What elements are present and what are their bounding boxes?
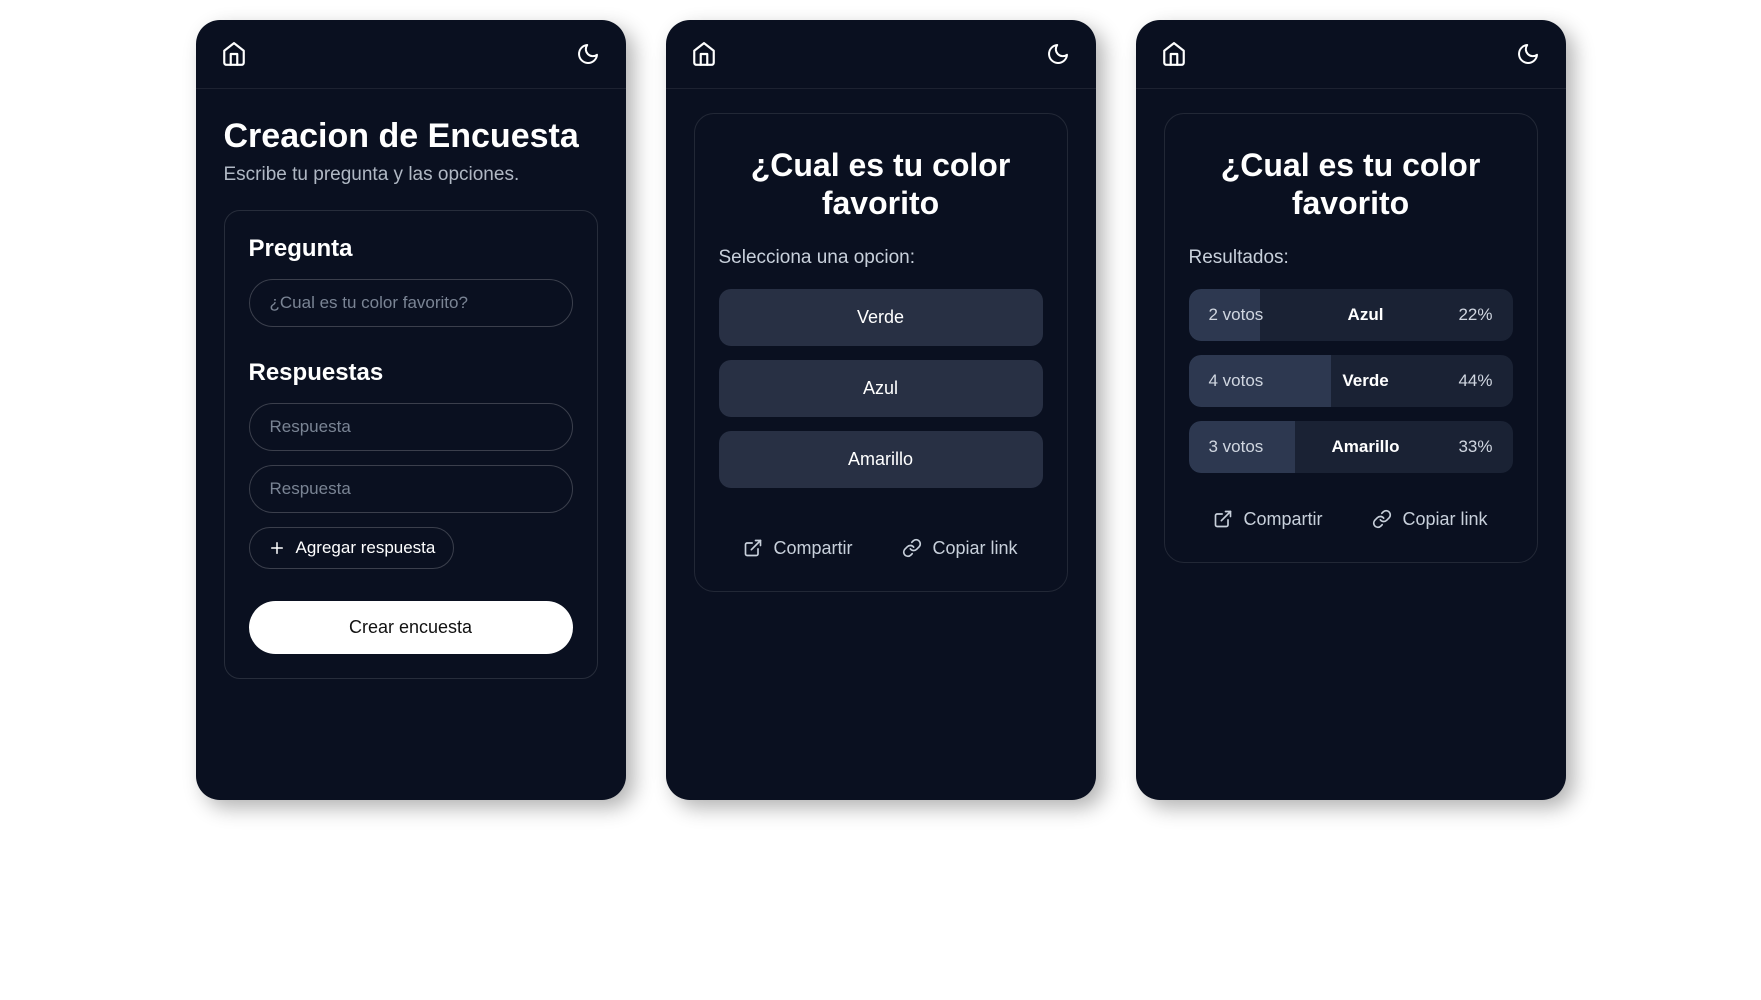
home-icon[interactable] (1160, 40, 1188, 68)
add-answer-button[interactable]: Agregar respuesta (249, 527, 455, 569)
page-title: Creacion de Encuesta (224, 117, 598, 156)
vote-screen: ¿Cual es tu color favorito Selecciona un… (666, 20, 1096, 800)
content: Creacion de Encuesta Escribe tu pregunta… (196, 89, 626, 800)
result-pct: 44% (1413, 371, 1493, 391)
results-list: 2 votos Azul 22% 4 votos Verde 44% 3 vot… (1189, 289, 1513, 473)
footer-actions: Compartir Copiar link (719, 528, 1043, 559)
result-row: 3 votos Amarillo 33% (1189, 421, 1513, 473)
share-button[interactable]: Compartir (1213, 509, 1322, 530)
result-pct: 22% (1413, 305, 1493, 325)
home-icon[interactable] (690, 40, 718, 68)
form-card: Pregunta Respuestas Agregar respuesta Cr… (224, 210, 598, 679)
copy-link-button[interactable]: Copiar link (1372, 509, 1487, 530)
share-label: Compartir (773, 538, 852, 559)
result-content: 3 votos Amarillo 33% (1189, 437, 1513, 457)
header (666, 20, 1096, 89)
moon-icon[interactable] (1514, 40, 1542, 68)
poll-option[interactable]: Amarillo (719, 431, 1043, 488)
page-subtitle: Escribe tu pregunta y las opciones. (224, 164, 598, 186)
create-poll-button[interactable]: Crear encuesta (249, 601, 573, 654)
header (1136, 20, 1566, 89)
share-button[interactable]: Compartir (743, 538, 852, 559)
result-votes: 2 votos (1209, 305, 1319, 325)
header (196, 20, 626, 89)
add-answer-label: Agregar respuesta (296, 538, 436, 558)
result-label: Verde (1319, 371, 1413, 391)
results-screen: ¿Cual es tu color favorito Resultados: 2… (1136, 20, 1566, 800)
copy-link-label: Copiar link (932, 538, 1017, 559)
answer-input[interactable] (249, 403, 573, 451)
result-row: 4 votos Verde 44% (1189, 355, 1513, 407)
question-input[interactable] (249, 279, 573, 327)
results-label: Resultados: (1189, 247, 1513, 269)
content: ¿Cual es tu color favorito Selecciona un… (666, 89, 1096, 800)
result-content: 4 votos Verde 44% (1189, 371, 1513, 391)
poll-card: ¿Cual es tu color favorito Selecciona un… (694, 113, 1068, 592)
copy-link-button[interactable]: Copiar link (902, 538, 1017, 559)
answer-input[interactable] (249, 465, 573, 513)
poll-option[interactable]: Azul (719, 360, 1043, 417)
content: ¿Cual es tu color favorito Resultados: 2… (1136, 89, 1566, 800)
result-content: 2 votos Azul 22% (1189, 305, 1513, 325)
result-label: Azul (1319, 305, 1413, 325)
result-votes: 4 votos (1209, 371, 1319, 391)
create-poll-screen: Creacion de Encuesta Escribe tu pregunta… (196, 20, 626, 800)
result-pct: 33% (1413, 437, 1493, 457)
result-row: 2 votos Azul 22% (1189, 289, 1513, 341)
footer-actions: Compartir Copiar link (1189, 499, 1513, 530)
home-icon[interactable] (220, 40, 248, 68)
result-label: Amarillo (1319, 437, 1413, 457)
copy-link-label: Copiar link (1402, 509, 1487, 530)
share-label: Compartir (1243, 509, 1322, 530)
moon-icon[interactable] (574, 40, 602, 68)
poll-title: ¿Cual es tu color favorito (1189, 146, 1513, 223)
select-label: Selecciona una opcion: (719, 247, 1043, 269)
poll-title: ¿Cual es tu color favorito (719, 146, 1043, 223)
poll-option[interactable]: Verde (719, 289, 1043, 346)
answers-label: Respuestas (249, 359, 573, 387)
question-label: Pregunta (249, 235, 573, 263)
results-card: ¿Cual es tu color favorito Resultados: 2… (1164, 113, 1538, 563)
moon-icon[interactable] (1044, 40, 1072, 68)
result-votes: 3 votos (1209, 437, 1319, 457)
